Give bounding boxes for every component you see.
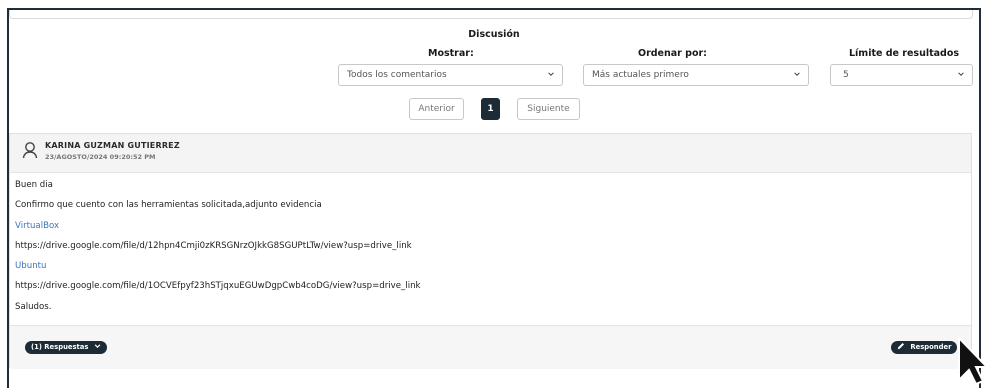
comment-date: 23/AGOSTO/2024 09:20:52 PM bbox=[45, 153, 156, 161]
pencil-icon bbox=[897, 342, 905, 350]
comment-author: KARINA GUZMAN GUTIERREZ bbox=[45, 141, 180, 150]
prev-page-button[interactable]: Anterior bbox=[409, 98, 464, 120]
comment-line: Saludos. bbox=[15, 301, 52, 312]
comment-header: KARINA GUZMAN GUTIERREZ 23/AGOSTO/2024 0… bbox=[10, 134, 971, 173]
reply-button[interactable]: Responder bbox=[891, 341, 958, 354]
comment-line: https://drive.google.com/file/d/12hpn4Cm… bbox=[15, 240, 412, 251]
chevron-down-icon bbox=[94, 344, 101, 349]
replies-toggle-label: (1) Respuestas bbox=[31, 343, 89, 351]
replies-toggle-button[interactable]: (1) Respuestas bbox=[25, 341, 107, 354]
mouse-pointer-icon bbox=[958, 336, 988, 385]
comment-line: Confirmo que cuento con las herramientas… bbox=[15, 200, 322, 211]
user-icon bbox=[22, 142, 38, 159]
chevron-down-icon bbox=[958, 72, 964, 76]
reply-button-label: Responder bbox=[910, 343, 952, 351]
show-select[interactable]: Todos los comentarios bbox=[338, 64, 563, 86]
comment-line: https://drive.google.com/file/d/1OCVEfpy… bbox=[15, 281, 421, 292]
previous-panel-edge bbox=[9, 10, 973, 19]
comment-body: Buen dia Confirmo que cuento con las her… bbox=[15, 175, 955, 317]
comment-card: KARINA GUZMAN GUTIERREZ 23/AGOSTO/2024 0… bbox=[9, 133, 972, 369]
show-select-value: Todos los comentarios bbox=[347, 70, 447, 80]
order-label: Ordenar por: bbox=[638, 48, 707, 59]
next-page-button[interactable]: Siguiente bbox=[517, 98, 580, 120]
comment-footer: (1) Respuestas Responder bbox=[10, 325, 971, 369]
order-select-value: Más actuales primero bbox=[592, 70, 689, 80]
order-select[interactable]: Más actuales primero bbox=[583, 64, 809, 86]
chevron-down-icon bbox=[794, 72, 800, 76]
discussion-title: Discusión bbox=[468, 29, 520, 40]
show-label: Mostrar: bbox=[428, 48, 474, 59]
page-1-button[interactable]: 1 bbox=[481, 98, 500, 120]
limit-label: Límite de resultados bbox=[849, 48, 960, 59]
comment-link-ubuntu[interactable]: Ubuntu bbox=[15, 256, 955, 276]
comment-line: Buen dia bbox=[15, 180, 53, 190]
limit-select[interactable]: 5 bbox=[830, 64, 973, 86]
limit-select-value: 5 bbox=[843, 70, 849, 80]
comment-link-virtualbox[interactable]: VirtualBox bbox=[15, 216, 955, 236]
chevron-down-icon bbox=[548, 72, 554, 76]
